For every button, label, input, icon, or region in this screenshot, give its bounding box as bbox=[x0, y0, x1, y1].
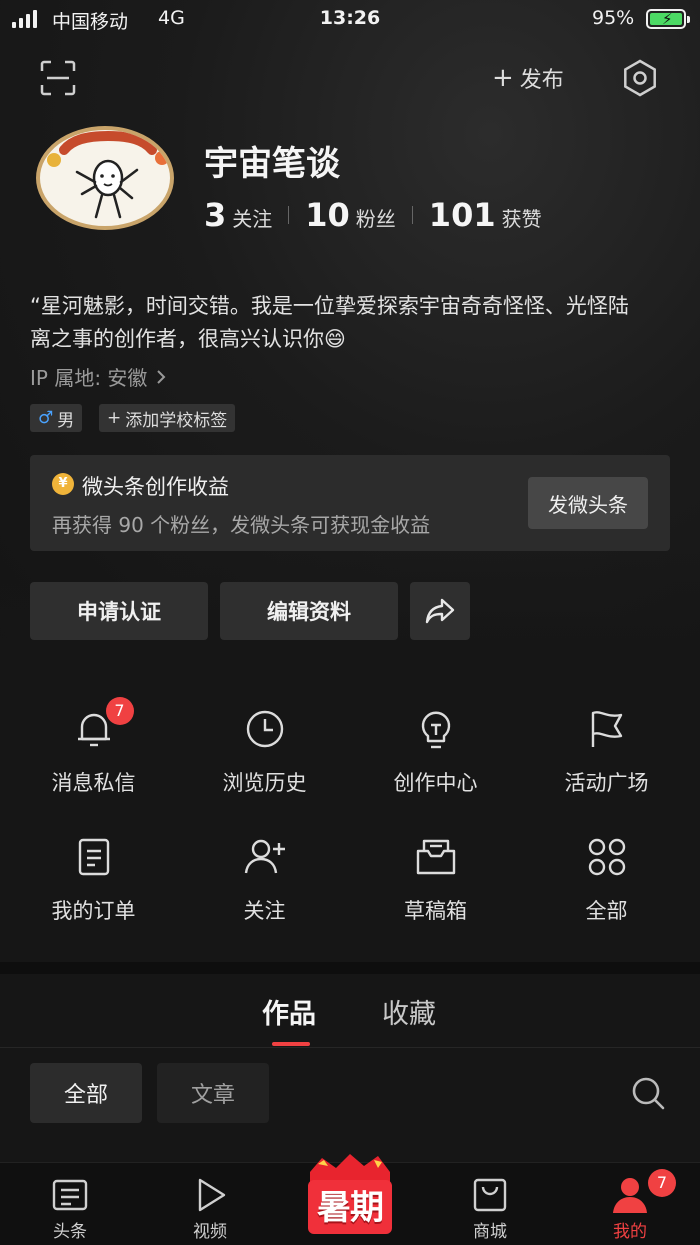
nav-label: 商城 bbox=[473, 1222, 507, 1242]
grid-label: 草稿箱 bbox=[404, 899, 467, 923]
grid-label: 关注 bbox=[243, 899, 286, 923]
shopping-bag-icon bbox=[470, 1175, 510, 1215]
share-button[interactable] bbox=[410, 582, 470, 640]
battery-percent: 95% bbox=[592, 7, 635, 29]
mine-badge: 7 bbox=[648, 1169, 676, 1197]
likes-label[interactable]: 获赞 bbox=[502, 203, 542, 232]
filter-all[interactable]: 全部 bbox=[30, 1063, 142, 1123]
income-title: 微头条创作收益 bbox=[82, 475, 229, 499]
grid-label: 全部 bbox=[585, 899, 628, 923]
bell-icon: 7 bbox=[72, 697, 134, 751]
add-user-icon bbox=[243, 835, 287, 879]
clock-icon bbox=[243, 707, 287, 751]
grid-item-activity-square[interactable]: 活动广场 bbox=[519, 707, 694, 797]
following-count[interactable]: 3 bbox=[204, 196, 226, 234]
lightbulb-icon bbox=[414, 707, 458, 751]
ip-location-text: IP 属地: 安徽 bbox=[30, 366, 148, 390]
nav-label: 视频 bbox=[193, 1222, 227, 1242]
add-school-tag-button[interactable]: + 添加学校标签 bbox=[99, 404, 236, 432]
active-tab-indicator bbox=[272, 1042, 310, 1046]
profile-name: 宇宙笔谈 bbox=[204, 144, 340, 184]
grid-label: 消息私信 bbox=[51, 771, 136, 795]
grid-icon bbox=[585, 835, 629, 879]
grid-item-creator-center[interactable]: 创作中心 bbox=[348, 707, 523, 797]
status-bar: 中国移动 4G 13:26 95% ⚡ bbox=[0, 0, 700, 40]
stat-divider bbox=[288, 206, 290, 224]
stat-divider bbox=[411, 206, 413, 224]
profile-bio: “星河魅影，时间交错。我是一位挚爱探索宇宙奇奇怪怪、光怪陆 离之事的创作者，很高… bbox=[30, 290, 675, 356]
bio-line: 离之事的创作者，很高兴认识你😄 bbox=[30, 327, 346, 351]
grid-label: 活动广场 bbox=[564, 771, 649, 795]
plus-icon: + bbox=[107, 408, 122, 428]
section-divider bbox=[0, 962, 700, 974]
gender-tag: ♂ 男 bbox=[30, 404, 83, 432]
nav-label: 我的 bbox=[613, 1222, 647, 1242]
grid-label: 浏览历史 bbox=[222, 771, 307, 795]
message-badge: 7 bbox=[105, 697, 134, 725]
grid-item-history[interactable]: 浏览历史 bbox=[177, 707, 352, 797]
chevron-right-icon bbox=[157, 369, 166, 384]
user-icon: 7 bbox=[610, 1169, 676, 1215]
order-icon bbox=[72, 835, 116, 879]
plus-icon: + bbox=[492, 63, 514, 93]
battery-icon: ⚡ bbox=[646, 9, 690, 29]
drafts-icon bbox=[414, 835, 458, 879]
grid-item-orders[interactable]: 我的订单 bbox=[6, 835, 181, 925]
male-icon: ♂ bbox=[38, 408, 54, 428]
nav-item-news[interactable]: 头条 bbox=[0, 1163, 140, 1242]
apply-verification-button[interactable]: 申请认证 bbox=[30, 582, 208, 640]
followers-count[interactable]: 10 bbox=[305, 196, 350, 234]
following-label[interactable]: 关注 bbox=[232, 203, 272, 232]
creator-income-card: ¥ 微头条创作收益 再获得 90 个粉丝，发微头条可获现金收益 发微头条 bbox=[30, 455, 670, 551]
tabs-divider bbox=[0, 1047, 700, 1048]
grid-item-messages[interactable]: 7 消息私信 bbox=[6, 697, 181, 797]
likes-count[interactable]: 101 bbox=[429, 196, 496, 234]
grid-item-all[interactable]: 全部 bbox=[519, 835, 694, 925]
nav-item-mall[interactable]: 商城 bbox=[420, 1163, 560, 1242]
scan-icon[interactable] bbox=[38, 58, 78, 98]
summer-promo-button[interactable]: 暑期 bbox=[300, 1150, 400, 1240]
edit-profile-button[interactable]: 编辑资料 bbox=[220, 582, 398, 640]
gender-label: 男 bbox=[57, 410, 75, 431]
nav-label: 头条 bbox=[53, 1222, 87, 1242]
news-icon bbox=[50, 1175, 90, 1215]
grid-label: 创作中心 bbox=[393, 771, 478, 795]
followers-label[interactable]: 粉丝 bbox=[356, 203, 396, 232]
post-weitoutiao-button[interactable]: 发微头条 bbox=[528, 477, 648, 529]
nav-item-video[interactable]: 视频 bbox=[140, 1163, 280, 1242]
settings-icon[interactable] bbox=[620, 58, 660, 98]
add-school-label: 添加学校标签 bbox=[125, 410, 228, 431]
publish-label: 发布 bbox=[519, 68, 564, 93]
grid-label: 我的订单 bbox=[51, 899, 136, 923]
ip-location[interactable]: IP 属地: 安徽 bbox=[30, 362, 167, 391]
profile-stats: 3 关注 10 粉丝 101 获赞 bbox=[204, 196, 542, 234]
nav-item-mine[interactable]: 7 我的 bbox=[560, 1163, 700, 1242]
bio-line: “星河魅影，时间交错。我是一位挚爱探索宇宙奇奇怪怪、光怪陆 bbox=[30, 294, 629, 318]
avatar[interactable] bbox=[32, 126, 178, 230]
flag-icon bbox=[585, 707, 629, 751]
coin-icon: ¥ bbox=[52, 473, 74, 495]
search-icon[interactable] bbox=[630, 1075, 666, 1111]
tab-favorites[interactable]: 收藏 bbox=[382, 992, 436, 1031]
grid-item-drafts[interactable]: 草稿箱 bbox=[348, 835, 523, 925]
publish-button[interactable]: + 发布 bbox=[492, 62, 564, 94]
share-icon bbox=[425, 598, 455, 624]
promo-label: 暑期 bbox=[317, 1188, 384, 1228]
tab-works[interactable]: 作品 bbox=[262, 992, 316, 1031]
filter-article[interactable]: 文章 bbox=[157, 1063, 269, 1123]
grid-item-following[interactable]: 关注 bbox=[177, 835, 352, 925]
income-description: 再获得 90 个粉丝，发微头条可获现金收益 bbox=[52, 513, 431, 537]
play-icon bbox=[190, 1175, 230, 1215]
